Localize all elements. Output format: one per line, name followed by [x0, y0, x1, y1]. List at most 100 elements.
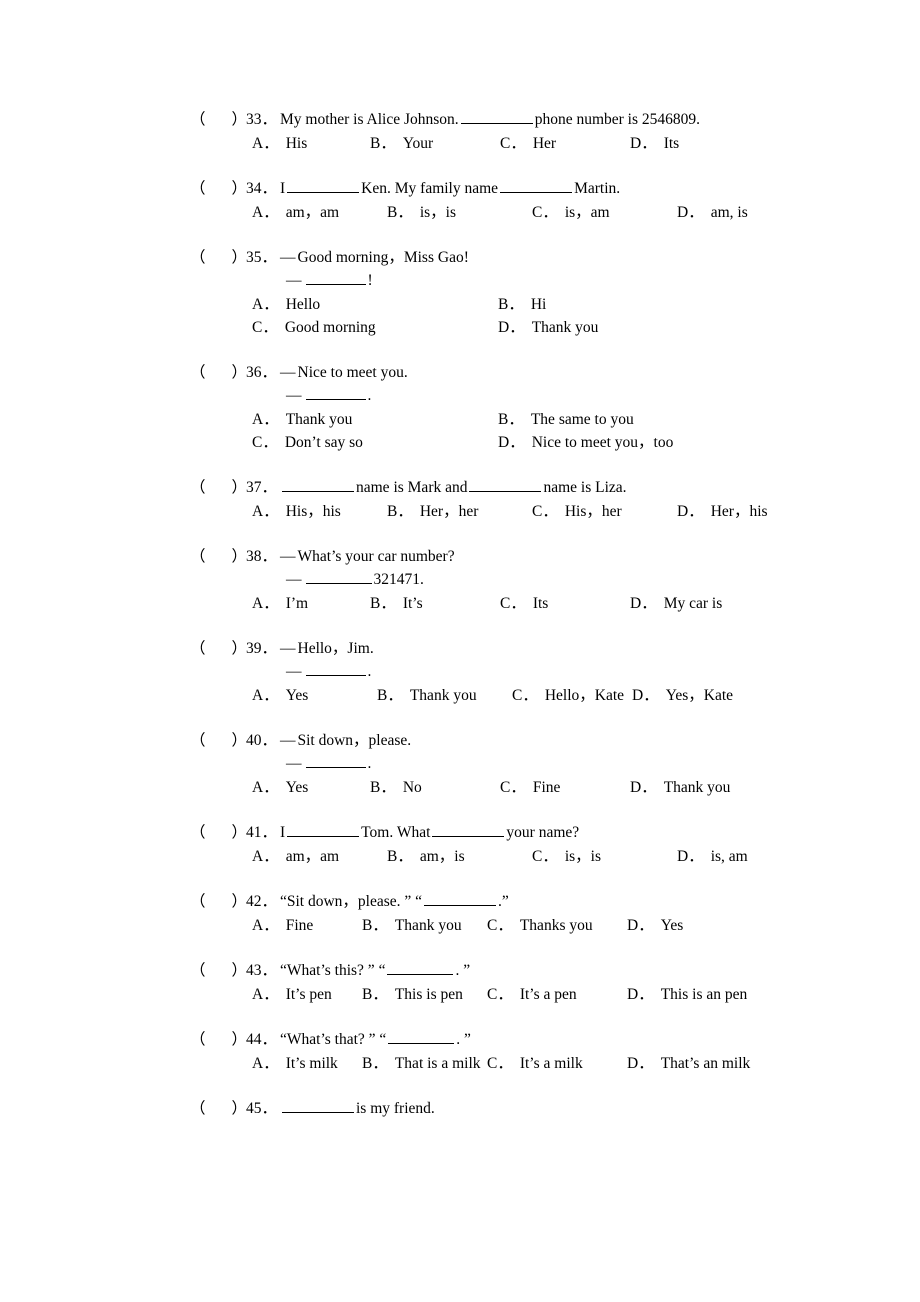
- option-d[interactable]: D． My car is: [630, 592, 722, 615]
- answer-bracket-43[interactable]: （）: [190, 959, 247, 982]
- option-a[interactable]: A． His: [252, 132, 370, 155]
- question-33: （）33． My mother is Alice Johnson. phone nu…: [190, 108, 890, 155]
- option-c[interactable]: C． Good morning: [252, 316, 498, 339]
- answer-bracket-34[interactable]: （）: [190, 177, 247, 200]
- option-b[interactable]: B． It’s: [370, 592, 500, 615]
- option-d[interactable]: D． Nice to meet you，too: [498, 431, 673, 454]
- answer-blank: [305, 271, 366, 285]
- option-d[interactable]: D． Yes，Kate: [632, 684, 733, 707]
- answer-bracket-37[interactable]: （）: [190, 476, 247, 499]
- option-b[interactable]: B． The same to you: [498, 408, 634, 431]
- option-c[interactable]: C． Thanks you: [487, 914, 627, 937]
- question-number: 40．: [246, 732, 278, 749]
- option-d[interactable]: D． Thank you: [630, 776, 730, 799]
- stem-text-before: “What’s that? ” “: [280, 1031, 387, 1048]
- option-c[interactable]: C． Fine: [500, 776, 630, 799]
- answer-bracket-42[interactable]: （）: [190, 890, 247, 913]
- question-44-options: A． It’s milk B． That is a milk C． It’s a milk…: [190, 1052, 890, 1075]
- question-38-options: A． I’m B． It’s C． Its D． My car is: [190, 592, 890, 615]
- option-b[interactable]: B． No: [370, 776, 500, 799]
- option-d[interactable]: D． Thank you: [498, 316, 598, 339]
- option-b[interactable]: B． Her，her: [387, 500, 532, 523]
- option-d[interactable]: D． Her，his: [677, 500, 768, 523]
- answer-bracket-35[interactable]: （）: [190, 246, 247, 269]
- question-35-answer-line: —!: [190, 269, 890, 292]
- answer-bracket-39[interactable]: （）: [190, 637, 247, 660]
- option-a[interactable]: A． His，his: [252, 500, 387, 523]
- bracket-open: （: [190, 479, 206, 496]
- dialog-line-1: Nice to meet you.: [297, 364, 408, 381]
- option-c[interactable]: C． is，is: [532, 845, 677, 868]
- option-text: My car is: [663, 595, 723, 612]
- option-b[interactable]: B． Thank you: [377, 684, 512, 707]
- answer-bracket-33[interactable]: （）: [190, 108, 247, 131]
- option-d[interactable]: D． am, is: [677, 201, 748, 224]
- option-text: Thank you: [394, 917, 462, 934]
- answer-bracket-45[interactable]: （）: [190, 1097, 247, 1120]
- option-a[interactable]: A． Thank you: [252, 408, 498, 431]
- option-label: A．: [252, 848, 279, 865]
- option-c[interactable]: C． Her: [500, 132, 630, 155]
- option-text: It’s a pen: [519, 986, 577, 1003]
- option-a[interactable]: A． am，am: [252, 845, 387, 868]
- question-38-answer-line: — 321471.: [190, 568, 890, 591]
- option-label: D．: [627, 917, 654, 934]
- option-d[interactable]: D． Its: [630, 132, 679, 155]
- option-a[interactable]: A． Fine: [252, 914, 362, 937]
- option-b[interactable]: B． am，is: [387, 845, 532, 868]
- option-label: B．: [362, 917, 388, 934]
- option-b[interactable]: B． Thank you: [362, 914, 487, 937]
- option-c[interactable]: C． It’s a milk: [487, 1052, 627, 1075]
- option-b[interactable]: B． Your: [370, 132, 500, 155]
- option-b[interactable]: B． That is a milk: [362, 1052, 487, 1075]
- option-text: Good morning: [284, 319, 376, 336]
- option-label: C．: [500, 135, 526, 152]
- option-a[interactable]: A． Yes: [252, 776, 370, 799]
- option-label: D．: [677, 848, 704, 865]
- option-a[interactable]: A． I’m: [252, 592, 370, 615]
- option-a[interactable]: A． am，am: [252, 201, 387, 224]
- answer-bracket-40[interactable]: （）: [190, 729, 247, 752]
- stem-text-after: . ”: [456, 1031, 471, 1048]
- question-number: 45．: [246, 1100, 278, 1117]
- option-c[interactable]: C． His，her: [532, 500, 677, 523]
- option-d[interactable]: D． That’s an milk: [627, 1052, 750, 1075]
- question-number: 36．: [246, 364, 278, 381]
- bracket-open: （: [190, 364, 206, 381]
- option-c[interactable]: C． Its: [500, 592, 630, 615]
- option-text: Thank you: [285, 411, 353, 428]
- questions-container: （）33． My mother is Alice Johnson. phone nu…: [190, 108, 890, 1142]
- question-34-stem: （）34． I Ken. My family name Martin.: [190, 177, 890, 200]
- option-b[interactable]: B． This is pen: [362, 983, 487, 1006]
- option-a[interactable]: A． Yes: [252, 684, 377, 707]
- answer-bracket-36[interactable]: （）: [190, 361, 247, 384]
- answer-bracket-44[interactable]: （）: [190, 1028, 248, 1051]
- option-c[interactable]: C． Don’t say so: [252, 431, 498, 454]
- option-a[interactable]: A． Hello: [252, 293, 498, 316]
- stem-text-before: I: [280, 180, 286, 197]
- question-34: （）34． I Ken. My family name Martin. A． am，am…: [190, 177, 890, 224]
- question-number: 38．: [246, 548, 278, 565]
- bracket-close: ）: [231, 1031, 248, 1048]
- answer-bracket-38[interactable]: （）: [190, 545, 247, 568]
- option-b[interactable]: B． is，is: [387, 201, 532, 224]
- question-41: （）41． I Tom. What your name? A． am，am B． am，is…: [190, 821, 890, 868]
- option-label: C．: [532, 204, 558, 221]
- answer-blank: [388, 1030, 455, 1044]
- answer-bracket-41[interactable]: （）: [190, 821, 247, 844]
- option-c[interactable]: C． Hello，Kate: [512, 684, 632, 707]
- option-c[interactable]: C． It’s a pen: [487, 983, 627, 1006]
- option-d[interactable]: D． is, am: [677, 845, 748, 868]
- answer-blank: [424, 892, 497, 906]
- question-35: （）35． — Good morning，Miss Gao! —! A． Hello B…: [190, 246, 890, 339]
- option-d[interactable]: D． This is an pen: [627, 983, 747, 1006]
- option-b[interactable]: B． Hi: [498, 293, 546, 316]
- question-33-options: A． His B． Your C． Her D． Its: [190, 132, 890, 155]
- option-label: C．: [487, 917, 513, 934]
- option-text: No: [402, 779, 422, 796]
- option-a[interactable]: A． It’s pen: [252, 983, 362, 1006]
- option-c[interactable]: C． is，am: [532, 201, 677, 224]
- option-d[interactable]: D． Yes: [627, 914, 683, 937]
- option-text: Its: [532, 595, 549, 612]
- option-a[interactable]: A． It’s milk: [252, 1052, 362, 1075]
